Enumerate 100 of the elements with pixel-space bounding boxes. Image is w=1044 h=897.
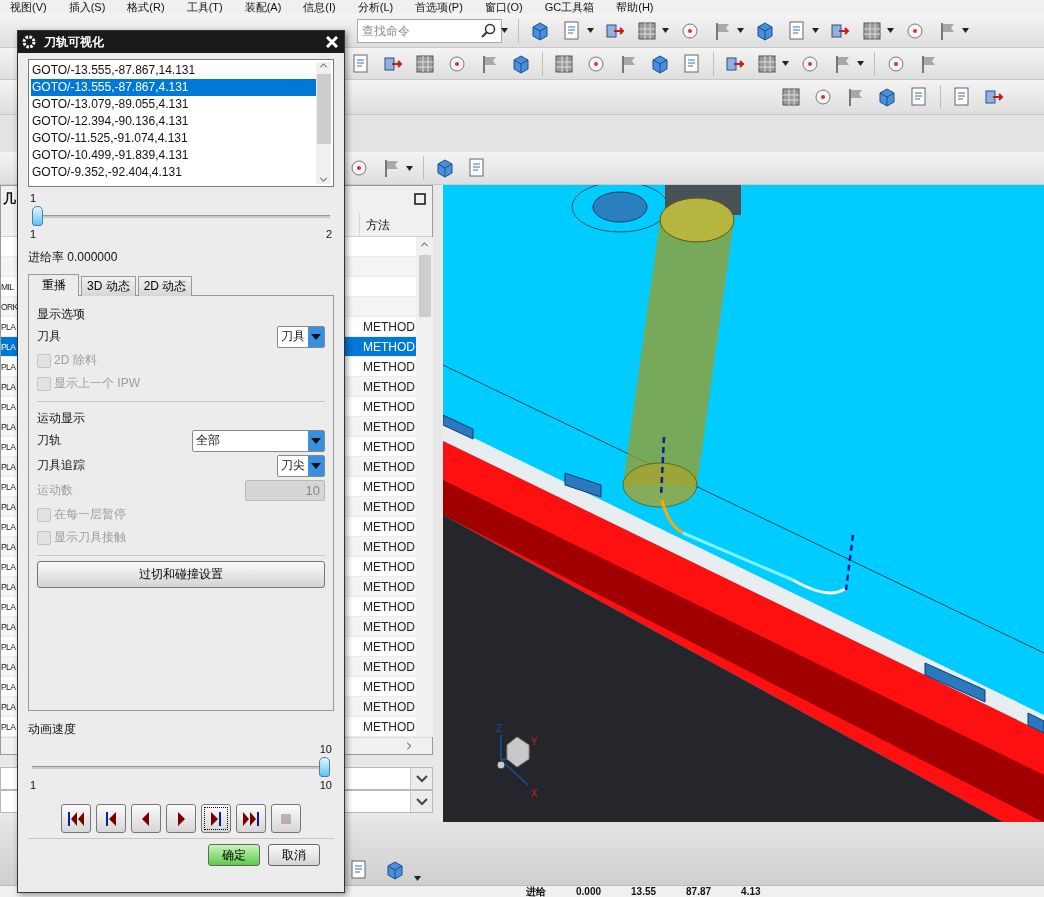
caret-icon[interactable] bbox=[887, 28, 894, 33]
table-cell-text: METHOD bbox=[362, 498, 416, 516]
slider-track[interactable] bbox=[32, 205, 330, 227]
grid-icon[interactable] bbox=[414, 52, 436, 75]
caret-icon[interactable] bbox=[962, 28, 969, 33]
table-cell-text: METHOD bbox=[362, 538, 416, 556]
gear-icon[interactable] bbox=[22, 35, 36, 49]
scrollbar[interactable] bbox=[316, 62, 331, 184]
caret-icon[interactable] bbox=[812, 28, 819, 33]
list-item[interactable]: GOTO/-10.499,-91.839,4.131 bbox=[31, 147, 316, 164]
tab[interactable]: 重播 bbox=[28, 274, 79, 296]
table-cell-text: METHOD bbox=[362, 318, 416, 336]
grid-icon[interactable] bbox=[636, 19, 658, 42]
caret-icon[interactable] bbox=[662, 28, 669, 33]
axis-label: Y bbox=[531, 736, 538, 747]
tab[interactable]: 3D 动态 bbox=[81, 276, 136, 296]
reverse-button[interactable] bbox=[131, 804, 161, 833]
grid-icon[interactable] bbox=[780, 86, 802, 108]
step-forward-button[interactable] bbox=[201, 804, 231, 833]
search-field[interactable]: 查找命令 bbox=[357, 18, 502, 43]
caret-icon[interactable] bbox=[737, 28, 744, 33]
menu-item[interactable]: 首选项(P) bbox=[415, 0, 463, 14]
cube-icon[interactable] bbox=[434, 157, 456, 179]
cancel-button[interactable]: 取消 bbox=[268, 844, 320, 866]
checkbox-label: 显示刀具接触 bbox=[54, 529, 126, 546]
menu-item[interactable]: 装配(A) bbox=[244, 0, 282, 14]
caret-icon[interactable] bbox=[782, 61, 789, 66]
scroll-thumb[interactable] bbox=[316, 74, 331, 144]
slider-thumb[interactable] bbox=[32, 206, 43, 226]
table-cell-text: PLA bbox=[1, 380, 16, 394]
menu-item[interactable]: 窗口(O) bbox=[484, 0, 523, 14]
table-cell-text: PLA bbox=[1, 700, 16, 714]
menu-item[interactable]: 信息(I) bbox=[303, 0, 336, 14]
step-back-button[interactable] bbox=[96, 804, 126, 833]
table-cell-text: ORK bbox=[1, 300, 18, 314]
fast-forward-button[interactable] bbox=[236, 804, 266, 833]
chevron-up-icon[interactable] bbox=[319, 62, 328, 70]
list-item[interactable]: GOTO/-13.079,-89.055,4.131 bbox=[31, 96, 316, 113]
settings-button[interactable]: 过切和碰撞设置 bbox=[37, 561, 325, 588]
panel-title: 几 bbox=[3, 190, 16, 209]
chevron-up-icon[interactable] bbox=[420, 240, 429, 249]
circle-icon[interactable] bbox=[812, 86, 834, 108]
grid-icon[interactable] bbox=[553, 52, 575, 75]
caret-icon[interactable] bbox=[414, 876, 421, 881]
chevron-icon bbox=[415, 774, 428, 783]
table-cell-text: PLA bbox=[1, 360, 16, 374]
list-item[interactable]: GOTO/-12.394,-90.136,4.131 bbox=[31, 113, 316, 130]
table-cell-text: METHOD bbox=[362, 578, 416, 596]
table-cell-text: PLA bbox=[1, 680, 16, 694]
menu-item[interactable]: 视图(V) bbox=[10, 0, 47, 14]
table-cell-text: PLA bbox=[1, 560, 16, 574]
grid-icon[interactable] bbox=[756, 52, 778, 75]
list-item[interactable]: GOTO/-13.555,-87.867,4.131 bbox=[31, 79, 316, 96]
cube-icon[interactable] bbox=[876, 86, 898, 108]
menu-item[interactable]: 工具(T) bbox=[186, 0, 223, 14]
caret-icon[interactable] bbox=[501, 28, 508, 33]
trace-dropdown[interactable]: 刀尖 bbox=[277, 454, 325, 477]
menu-item[interactable]: GC工具箱 bbox=[544, 0, 595, 14]
caret-icon[interactable] bbox=[587, 28, 594, 33]
menu-item[interactable]: 插入(S) bbox=[68, 0, 106, 14]
table-cell-text: METHOD bbox=[362, 558, 416, 576]
rewind-button[interactable] bbox=[61, 804, 91, 833]
tab[interactable]: 2D 动态 bbox=[137, 276, 193, 296]
slider-value: 1 bbox=[30, 191, 37, 205]
status-text: 13.55 bbox=[631, 886, 657, 897]
scrollbar[interactable] bbox=[416, 236, 433, 737]
field-label: 刀具追踪 bbox=[37, 457, 85, 474]
path-dropdown[interactable]: 全部 bbox=[192, 429, 325, 452]
table-cell-text: METHOD bbox=[362, 378, 416, 396]
table-cell-text: PLA bbox=[1, 520, 16, 534]
field-label: 刀具 bbox=[37, 328, 61, 345]
chevron-down-icon[interactable] bbox=[319, 176, 328, 184]
list-item[interactable]: GOTO/-11.525,-91.074,4.131 bbox=[31, 130, 316, 147]
play-button[interactable] bbox=[166, 804, 196, 833]
table-cell-text: PLA bbox=[1, 660, 16, 674]
list-item[interactable]: GOTO/-13.555,-87.867,14.131 bbox=[31, 62, 316, 79]
status-text: 4.13 bbox=[741, 886, 761, 897]
cube-icon[interactable] bbox=[384, 859, 406, 881]
table-cell-text: METHOD bbox=[362, 718, 416, 736]
table-cell-text: METHOD bbox=[362, 638, 416, 656]
table-cell-text: PLA bbox=[1, 340, 16, 354]
slider-thumb[interactable] bbox=[319, 757, 330, 777]
maximize-icon[interactable] bbox=[414, 193, 426, 206]
slider-track[interactable] bbox=[32, 756, 330, 778]
scroll-thumb[interactable] bbox=[418, 254, 431, 317]
circle-icon[interactable] bbox=[348, 157, 370, 179]
grid-icon[interactable] bbox=[861, 19, 883, 42]
table-cell-text: PLA bbox=[1, 500, 16, 514]
section-heading: 运动显示 bbox=[37, 410, 86, 427]
caret-icon[interactable] bbox=[406, 165, 413, 171]
column-header[interactable]: 方法 bbox=[359, 212, 416, 237]
table-cell-text: METHOD bbox=[362, 618, 416, 636]
menu-item[interactable]: 分析(L) bbox=[357, 0, 394, 14]
ok-button[interactable]: 确定 bbox=[208, 844, 260, 866]
list-item[interactable]: GOTO/-9.352,-92.404,4.131 bbox=[31, 164, 316, 181]
menu-item[interactable]: 帮助(H) bbox=[616, 0, 654, 14]
menu-item[interactable]: 格式(R) bbox=[127, 0, 165, 14]
tool-dropdown[interactable]: 刀具 bbox=[277, 325, 325, 348]
chevron-right-icon[interactable] bbox=[405, 741, 414, 750]
caret-icon[interactable] bbox=[857, 61, 864, 66]
